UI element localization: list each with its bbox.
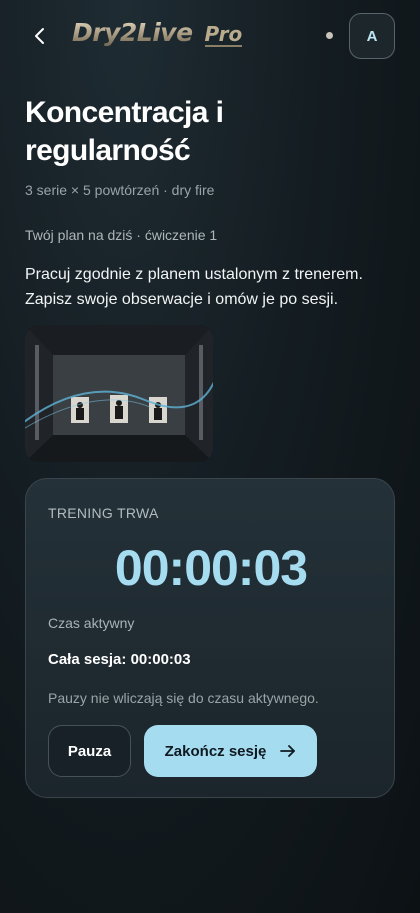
total-session-time: Cała sesja: 00:00:03 (48, 651, 191, 668)
active-time-label: Czas aktywny (48, 615, 135, 631)
page-title: Koncentracja i regularność (25, 96, 224, 167)
end-session-button[interactable]: Zakończ sesję (144, 725, 317, 777)
session-status-label: TRENING TRWA (48, 505, 159, 521)
session-timer: 00:00:03 (114, 540, 308, 596)
arrow-right-icon (280, 745, 296, 757)
pause-button[interactable]: Pauza (48, 725, 131, 777)
total-session-value: 00:00:03 (130, 651, 191, 668)
app-screen: Dry2Live Pro A Koncentracja i regularnoś… (0, 0, 420, 913)
app-logo: Dry2Live Pro (72, 18, 243, 52)
pause-note: Pauzy nie wliczają się do czasu aktywneg… (48, 690, 319, 706)
header: Dry2Live Pro A (0, 0, 420, 72)
total-session-label: Cała sesja: (48, 651, 127, 668)
exercise-description: Pracuj zgodnie z planem ustalonym z tren… (25, 266, 363, 308)
status-dot (326, 32, 333, 39)
back-button[interactable] (28, 22, 52, 50)
session-card: TRENING TRWA 00:00:03 Czas aktywny Cała … (25, 478, 395, 798)
logo-pro-badge: Pro (204, 22, 243, 47)
logo-wordmark: Dry2Live (72, 18, 193, 47)
end-session-label: Zakończ sesję (164, 742, 267, 760)
shooting-range-image (25, 325, 213, 462)
exercise-subtitle: 3 serie × 5 powtórzeń · dry fire (25, 182, 215, 198)
avatar-button[interactable]: A (349, 13, 395, 59)
plan-label: Twój plan na dziś · ćwiczenie 1 (25, 227, 218, 243)
chevron-left-icon (35, 28, 44, 44)
